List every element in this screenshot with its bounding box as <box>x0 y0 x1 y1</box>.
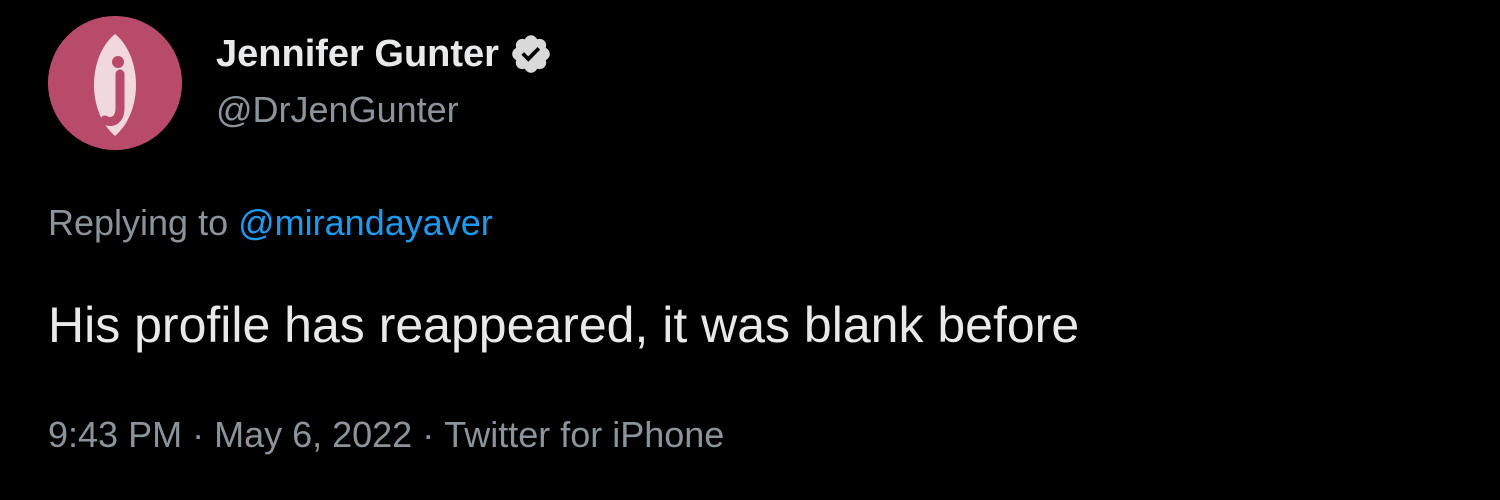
tweet-text: His profile has reappeared, it was blank… <box>48 297 1080 353</box>
tweet-card: Jennifer Gunter @DrJenGunter Replying to… <box>0 0 1500 500</box>
replying-to-label: Replying to <box>48 202 229 243</box>
author-display-name[interactable]: Jennifer Gunter <box>216 30 499 78</box>
author-handle[interactable]: @DrJenGunter <box>216 88 459 132</box>
tweet-date[interactable]: May 6, 2022 <box>214 414 412 455</box>
tweet-metadata: 9:43 PM · May 6, 2022 · Twitter for iPhone <box>48 412 724 458</box>
reply-target-link[interactable]: @mirandayaver <box>238 202 493 243</box>
meta-separator: · <box>192 414 205 455</box>
replying-to-line: Replying to @mirandayaver <box>48 200 493 246</box>
tweet-time[interactable]: 9:43 PM <box>48 414 182 455</box>
avatar-logo-icon <box>48 16 182 150</box>
tweet-source[interactable]: Twitter for iPhone <box>444 414 724 455</box>
author-name-row[interactable]: Jennifer Gunter <box>216 30 553 78</box>
avatar[interactable] <box>48 16 182 150</box>
meta-separator: · <box>422 414 435 455</box>
verified-badge-icon <box>509 32 553 76</box>
